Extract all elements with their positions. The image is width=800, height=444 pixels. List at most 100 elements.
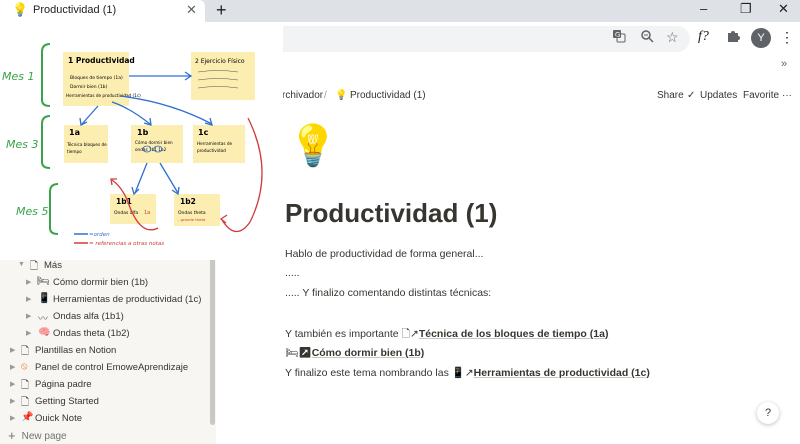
sidebar-item-label: Panel de control EmoweAprendizaje	[35, 362, 189, 373]
profile-avatar[interactable]: Y	[751, 28, 771, 48]
sidebar-item-label: Ondas alfa (1b1)	[53, 311, 124, 322]
sidebar-item-getting-started[interactable]: ▶ 🗋 Getting Started	[0, 394, 208, 411]
sidebar-item-herramientas[interactable]: ▶ 📱 Herramientas de productividad (1c)	[0, 292, 208, 309]
page-link[interactable]: Herramientas de productividad (1c)	[474, 367, 650, 379]
sidebar-item-label: Más	[44, 260, 62, 271]
star-icon[interactable]: ☆	[666, 29, 679, 46]
sidebar-item-quick-note[interactable]: ▶ 📌 Quick Note	[0, 411, 208, 421]
favorite-button[interactable]: Favorite	[743, 90, 779, 101]
sticky-note-text: Ondas alfa	[114, 210, 138, 216]
toggle-closed-icon[interactable]: ▶	[26, 295, 31, 303]
sidebar-item-dormir[interactable]: ▶ 🛏 Cómo dormir bien (1b)	[0, 275, 208, 292]
new-page-label: New page	[21, 431, 67, 442]
sticky-note-text: Ondas theta	[178, 210, 206, 216]
toggle-closed-icon[interactable]: ▶	[26, 329, 31, 337]
updates-button[interactable]: Updates	[700, 90, 737, 101]
lightbulb-icon: 💡	[335, 90, 348, 101]
sketch-month-label: Mes 3	[6, 138, 38, 151]
share-button[interactable]: Share	[657, 90, 684, 101]
sticky-note-title: 2 Ejercicio Físico	[195, 58, 245, 65]
translate-icon[interactable]: G	[612, 29, 626, 46]
new-page-button[interactable]: + New page	[8, 428, 67, 443]
brain-icon: 🧠	[38, 327, 51, 338]
sidebar-item-label: Getting Started	[35, 396, 99, 407]
help-button[interactable]: ?	[757, 402, 779, 424]
breadcrumb-separator: /	[324, 90, 327, 101]
page-icon: 🗋	[21, 397, 30, 408]
sidebar-item-pagina-padre[interactable]: ▶ 🗋 Página padre	[0, 377, 208, 394]
sidebar-item-label: Cómo dormir bien (1b)	[53, 277, 149, 288]
sidebar-item-ondas-alfa[interactable]: ▶ 〰 Ondas alfa (1b1)	[0, 309, 208, 326]
sticky-note-title: 1c	[198, 128, 209, 137]
browser-tabstrip: 💡 Productividad (1) ✕ + – ❐ ✕	[0, 0, 800, 22]
function-extension-icon[interactable]: f?	[698, 29, 709, 45]
close-tab-icon[interactable]: ✕	[186, 2, 197, 18]
sticky-note-text: productividad	[197, 148, 226, 153]
plus-icon: +	[8, 428, 16, 443]
sidebar-item-mas[interactable]: ▼ 🗋 Más	[0, 258, 208, 275]
link-arrow-icon: ↗	[410, 328, 419, 340]
sidebar-item-label: Plantillas en Notion	[35, 345, 117, 356]
browser-tab[interactable]: 💡 Productividad (1) ✕	[0, 0, 205, 22]
toggle-closed-icon[interactable]: ▶	[26, 278, 31, 286]
sticky-note-text: Cómo dormir bien	[135, 140, 173, 145]
paragraph-reference-1a[interactable]: Y también es importante 🗋↗Técnica de los…	[285, 326, 608, 344]
page-link[interactable]: Cómo dormir bien (1b)	[312, 347, 425, 359]
bed-icon: 🛏	[37, 276, 50, 287]
paragraph[interactable]: .....	[285, 267, 300, 279]
breadcrumb-current[interactable]: Productividad (1)	[350, 90, 426, 101]
sticky-note-text: Bloques de tiempo (1a)	[70, 75, 123, 81]
paragraph[interactable]: ..... Y finalizo comentando distintas té…	[285, 287, 491, 299]
more-options-button[interactable]: ···	[782, 90, 792, 101]
toggle-open-icon[interactable]: ▼	[18, 261, 25, 268]
breadcrumb-parent[interactable]: rchivador	[282, 90, 323, 101]
sticky-note-title: 1b2	[180, 197, 196, 206]
sidebar-item-ondas-theta[interactable]: ▶ 🧠 Ondas theta (1b2)	[0, 326, 208, 343]
page-link[interactable]: Técnica de los bloques de tiempo (1a)	[419, 328, 609, 340]
toggle-closed-icon[interactable]: ▶	[10, 397, 15, 405]
no-entry-icon: ⦸	[21, 361, 28, 372]
sidebar-item-label: Herramientas de productividad (1c)	[53, 294, 202, 305]
restore-icon[interactable]: ❐	[740, 1, 752, 17]
minimize-icon[interactable]: –	[700, 1, 707, 16]
sticky-note-text: Técnica bloques de	[66, 142, 107, 147]
puzzle-icon[interactable]	[726, 29, 740, 46]
notion-topbar: rchivador / 💡 Productividad (1) Share ✓ …	[216, 86, 800, 106]
legend-blue: =orden	[89, 232, 110, 238]
close-window-icon[interactable]: ✕	[778, 1, 789, 17]
sticky-note-title: 1a	[69, 128, 80, 137]
new-tab-button[interactable]: +	[216, 0, 227, 21]
zoom-icon[interactable]	[640, 29, 654, 46]
paragraph[interactable]: Hablo de productividad de forma general.…	[285, 248, 483, 260]
bookmarks-overflow-icon[interactable]: »	[781, 58, 787, 70]
check-icon: ✓	[687, 90, 696, 101]
paragraph-reference-1c[interactable]: Y finalizo este tema nombrando las 📱↗Her…	[285, 366, 650, 379]
sketch-month-label: Mes 5	[16, 205, 48, 218]
page-icon: 🗋	[21, 380, 30, 391]
bed-icon: 🛏	[285, 347, 299, 359]
toggle-closed-icon[interactable]: ▶	[10, 380, 15, 388]
sketch-image: Mes 1 Mes 3 Mes 5 1 Productividad Bloque…	[0, 22, 283, 260]
sticky-note-title: 1 Productividad	[68, 56, 135, 65]
sidebar-item-plantillas[interactable]: ▶ 🗋 Plantillas en Notion	[0, 343, 208, 360]
toggle-closed-icon[interactable]: ▶	[10, 346, 15, 354]
page-icon: 🗋	[21, 346, 30, 357]
sticky-note-text: - grande theta	[178, 217, 205, 222]
paragraph-text: Y finalizo este tema nombrando las	[285, 367, 449, 379]
sticky-note-text: 1a	[144, 210, 150, 216]
phone-icon: 📱	[38, 293, 51, 304]
paragraph-text: Y también es importante	[285, 328, 399, 340]
wave-icon: 〰	[38, 314, 48, 325]
page-title[interactable]: Productividad (1)	[285, 198, 497, 229]
menu-icon[interactable]: ⋮	[780, 29, 794, 46]
toggle-closed-icon[interactable]: ▶	[26, 312, 31, 320]
sidebar-item-panel[interactable]: ▶ ⦸ Panel de control EmoweAprendizaje	[0, 360, 208, 377]
toggle-closed-icon[interactable]: ▶	[10, 363, 15, 371]
lightbulb-icon: 💡	[12, 2, 29, 17]
paragraph-reference-1b[interactable]: 🛏↗Cómo dormir bien (1b)	[285, 346, 424, 359]
sticky-note-text: Dormir bien (1b)	[70, 84, 108, 90]
sticky-note-title: 1b	[137, 128, 149, 137]
lightbulb-icon[interactable]: 💡	[288, 122, 338, 169]
sidebar-item-label: Quick Note	[35, 413, 82, 421]
toggle-closed-icon[interactable]: ▶	[10, 414, 15, 421]
